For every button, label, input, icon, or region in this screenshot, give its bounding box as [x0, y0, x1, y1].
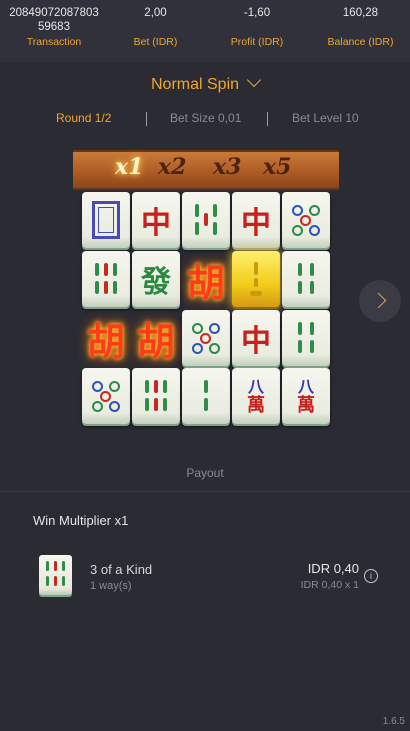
tile-bamboo: [282, 310, 330, 366]
tile-eight-wan: 八 萬: [232, 368, 280, 424]
payout-amount-detail: IDR 0,40 x 1: [300, 579, 359, 591]
bamboo-icon: [199, 378, 213, 414]
character-icon: 八 萬: [247, 377, 265, 415]
balance-column: 160,28 Balance (IDR): [311, 6, 410, 49]
bamboo-icon: [294, 320, 318, 356]
zhong-glyph: 中: [141, 206, 171, 241]
multiplier-x2: x2: [158, 154, 187, 180]
round-label: Round 1/2: [56, 111, 112, 125]
multiplier-x5: x5: [263, 154, 292, 180]
transaction-label: Transaction: [26, 36, 82, 48]
tile-bamboo: [132, 368, 180, 424]
bamboo-icon: [91, 261, 121, 297]
tile-red-dragon: 中: [232, 310, 280, 366]
tile-five-dots: [82, 368, 130, 424]
fa-glyph: 發: [141, 265, 171, 300]
transaction-id-line2: 59683: [38, 21, 70, 33]
payout-title: Payout: [186, 466, 224, 480]
profit-column: -1,60 Profit (IDR): [203, 6, 311, 49]
divider: [146, 112, 147, 126]
bet-value: 2,00: [144, 7, 167, 19]
bamboo-icon: [294, 261, 318, 297]
ba-glyph: 八: [297, 377, 314, 396]
wan-glyph: 萬: [297, 395, 315, 416]
bamboo-icon: [39, 555, 72, 595]
payout-symbol-tile: [39, 555, 72, 595]
tile-five-dots: [282, 192, 330, 248]
info-icon[interactable]: i: [364, 569, 378, 583]
balance-label: Balance (IDR): [327, 36, 394, 48]
next-round-button[interactable]: [359, 280, 401, 322]
chevron-down-icon: [246, 72, 262, 88]
dots-icon: [190, 320, 222, 356]
hu-glyph: 胡: [86, 318, 125, 364]
multiplier-bar: x1 x2 x3 x5: [73, 150, 339, 190]
transaction-header: 20849072087803 59683 Transaction 2,00 Be…: [0, 0, 410, 62]
tile-bamboo: [282, 251, 330, 307]
bet-level-label: Bet Level 10: [292, 111, 359, 125]
chevron-right-icon: [370, 292, 387, 309]
multiplier-x1: x1: [115, 154, 144, 180]
multiplier-x3: x3: [213, 154, 242, 180]
white-dragon-icon: [92, 201, 120, 239]
transaction-id-line1: 20849072087803: [9, 7, 99, 19]
zhong-glyph: 中: [241, 206, 271, 241]
tile-five-dots: [182, 310, 230, 366]
profit-value: -1,60: [243, 7, 271, 19]
dots-icon: [90, 378, 122, 414]
tile-bamboo: [82, 251, 130, 307]
tile-wild-hu: 胡: [82, 310, 130, 366]
tile-red-dragon: 中: [132, 192, 180, 248]
bet-size-label: Bet Size 0,01: [170, 111, 242, 125]
hu-glyph: 胡: [136, 318, 175, 364]
spin-type-label: Normal Spin: [150, 76, 240, 93]
tile-green-dragon: 發: [132, 251, 180, 307]
divider: [267, 112, 268, 126]
divider: [0, 491, 410, 492]
tile-white-dragon: [82, 192, 130, 248]
dots-icon: [290, 202, 322, 238]
wan-glyph: 萬: [247, 395, 265, 416]
zhong-glyph: 中: [241, 324, 271, 359]
gold-bamboo-icon: [249, 259, 263, 299]
bamboo-icon: [141, 378, 171, 414]
reel-grid: 中 中 發 胡 胡 胡 中 八 萬 八 萬: [80, 190, 332, 424]
profit-label: Profit (IDR): [230, 36, 284, 48]
tile-bamboo: [182, 192, 230, 248]
spin-type-selector[interactable]: Normal Spin: [0, 72, 410, 94]
tile-gold-bamboo: [232, 251, 280, 307]
ba-glyph: 八: [247, 377, 264, 396]
payout-amount: IDR 0,40: [307, 561, 359, 576]
bet-label: Bet (IDR): [133, 36, 178, 48]
character-icon: 八 萬: [297, 377, 315, 415]
combo-name: 3 of a Kind: [90, 562, 153, 577]
tile-wild-hu: 胡: [182, 251, 230, 307]
transaction-column: 20849072087803 59683 Transaction: [0, 6, 108, 49]
tile-eight-wan: 八 萬: [282, 368, 330, 424]
hu-glyph: 胡: [186, 259, 225, 305]
tile-bamboo: [182, 368, 230, 424]
tile-wild-hu: 胡: [132, 310, 180, 366]
ways-count: 1 way(s): [90, 580, 132, 592]
win-multiplier-label: Win Multiplier x1: [33, 513, 129, 528]
version-label: 1.6.5: [382, 716, 405, 727]
round-info-bar: Round 1/2 Bet Size 0,01 Bet Level 10: [0, 111, 410, 127]
tile-red-dragon: 中: [232, 192, 280, 248]
balance-value: 160,28: [342, 7, 379, 19]
bamboo-icon: [191, 202, 221, 238]
bet-column: 2,00 Bet (IDR): [108, 6, 203, 49]
